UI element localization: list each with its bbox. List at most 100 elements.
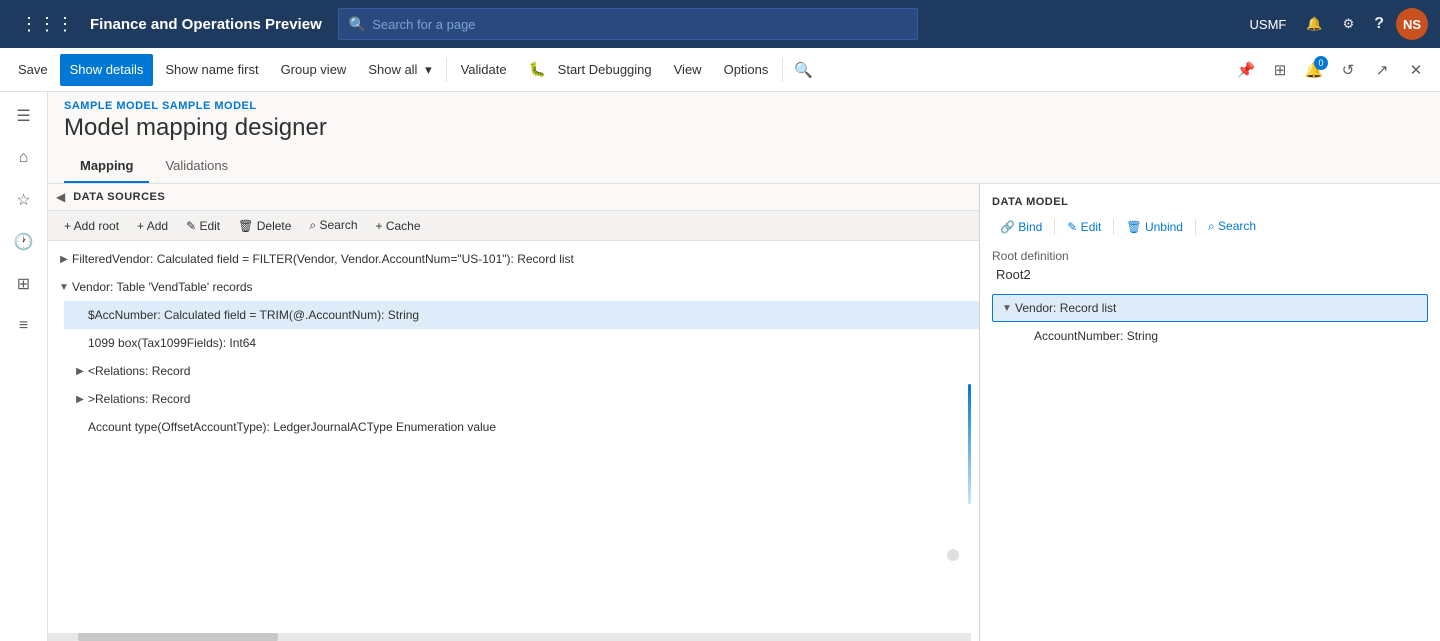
options-button[interactable]: Options bbox=[714, 54, 779, 86]
data-model-panel: DATA MODEL 🔗 Bind ✎ Edit 🗑 Unbind ⌕ Sear… bbox=[980, 184, 1440, 641]
root-definition-label: Root definition bbox=[992, 249, 1428, 263]
sidebar-modules-icon[interactable]: ≡ bbox=[4, 306, 44, 346]
dm-expand-icon-0[interactable]: ▼ bbox=[999, 300, 1015, 316]
content-area: SAMPLE MODEL SAMPLE MODEL Model mapping … bbox=[48, 92, 1440, 641]
unbind-button[interactable]: 🗑 Unbind bbox=[1118, 217, 1191, 237]
ds-row-relations-in[interactable]: ▶ <Relations: Record bbox=[64, 357, 979, 385]
ds-row-text-5: >Relations: Record bbox=[88, 392, 190, 406]
ds-horizontal-scrollbar[interactable] bbox=[48, 633, 971, 641]
global-search-box[interactable]: 🔍 bbox=[338, 8, 918, 40]
refresh-icon[interactable]: ↺ bbox=[1332, 54, 1364, 86]
settings-icon[interactable]: ⚙ bbox=[1335, 12, 1363, 36]
app-title: Finance and Operations Preview bbox=[90, 16, 322, 33]
top-nav-actions: USMF 🔔 ⚙ ? NS bbox=[1242, 8, 1428, 40]
add-button[interactable]: + Add bbox=[129, 216, 176, 236]
show-name-first-button[interactable]: Show name first bbox=[155, 54, 268, 86]
ds-row-1099box[interactable]: 1099 box(Tax1099Fields): Int64 bbox=[64, 329, 979, 357]
sidebar-workspaces-icon[interactable]: ⊞ bbox=[4, 264, 44, 304]
ds-toolbar: + Add root + Add ✎ Edit 🗑 Delete ⌕ Searc… bbox=[48, 211, 979, 241]
mapping-indicator bbox=[968, 384, 971, 504]
view-button[interactable]: View bbox=[664, 54, 712, 86]
dm-tree: ▼ Vendor: Record list AccountNumber: Str… bbox=[992, 294, 1428, 350]
main-toolbar: Save Show details Show name first Group … bbox=[0, 48, 1440, 92]
sidebar-favorites-icon[interactable]: ☆ bbox=[4, 180, 44, 220]
external-link-icon[interactable]: ↗ bbox=[1366, 54, 1398, 86]
validate-button[interactable]: Validate bbox=[451, 54, 517, 86]
expand-icon-2[interactable] bbox=[72, 307, 88, 323]
bind-button[interactable]: 🔗 Bind bbox=[992, 217, 1050, 237]
root-definition-value: Root2 bbox=[992, 267, 1428, 282]
dm-sep-2 bbox=[1113, 219, 1114, 235]
expand-icon-3[interactable] bbox=[72, 335, 88, 351]
close-icon[interactable]: ✕ bbox=[1400, 54, 1432, 86]
user-company: USMF bbox=[1242, 13, 1295, 36]
expand-icon-4[interactable]: ▶ bbox=[72, 363, 88, 379]
show-all-button[interactable]: Show all ▾ bbox=[358, 54, 441, 86]
ds-row-text-4: <Relations: Record bbox=[88, 364, 190, 378]
sidebar-left: ☰ ⌂ ☆ 🕐 ⊞ ≡ bbox=[0, 92, 48, 641]
dm-row-vendor[interactable]: ▼ Vendor: Record list bbox=[992, 294, 1428, 322]
ds-row-text-6: Account type(OffsetAccountType): LedgerJ… bbox=[88, 420, 496, 434]
sidebar-recent-icon[interactable]: 🕐 bbox=[4, 222, 44, 262]
help-icon[interactable]: ? bbox=[1366, 11, 1392, 37]
dm-row-text-0: Vendor: Record list bbox=[1015, 301, 1116, 315]
ds-row-filtered-vendor[interactable]: ▶ FilteredVendor: Calculated field = FIL… bbox=[48, 245, 979, 273]
ds-row-vendor[interactable]: ▼ Vendor: Table 'VendTable' records bbox=[48, 273, 979, 301]
main-layout: ☰ ⌂ ☆ 🕐 ⊞ ≡ SAMPLE MODEL SAMPLE MODEL Mo… bbox=[0, 92, 1440, 641]
data-sources-panel: ◀ DATA SOURCES + Add root + Add ✎ Edit 🗑… bbox=[48, 184, 980, 641]
ds-row-accnumber[interactable]: $AccNumber: Calculated field = TRIM(@.Ac… bbox=[64, 301, 979, 329]
top-navigation: ⋮⋮⋮ Finance and Operations Preview 🔍 USM… bbox=[0, 0, 1440, 48]
ds-row-text-3: 1099 box(Tax1099Fields): Int64 bbox=[88, 336, 256, 350]
start-debugging-button[interactable]: 🐛 Start Debugging bbox=[519, 54, 662, 86]
app-grid-icon[interactable]: ⋮⋮⋮ bbox=[12, 10, 82, 39]
pin-icon[interactable]: 📌 bbox=[1230, 54, 1262, 86]
dm-toolbar: 🔗 Bind ✎ Edit 🗑 Unbind ⌕ Search bbox=[992, 216, 1428, 237]
edit-button[interactable]: ✎ Edit bbox=[178, 216, 228, 236]
dm-row-account-number[interactable]: AccountNumber: String bbox=[1012, 322, 1428, 350]
badge-icon[interactable]: 🔔0 bbox=[1298, 54, 1330, 86]
delete-button[interactable]: 🗑 Delete bbox=[230, 216, 299, 236]
ds-tree: ▶ FilteredVendor: Calculated field = FIL… bbox=[48, 241, 979, 445]
save-button[interactable]: Save bbox=[8, 54, 58, 86]
add-root-button[interactable]: + Add root bbox=[56, 216, 127, 236]
avatar[interactable]: NS bbox=[1396, 8, 1428, 40]
page-title: Model mapping designer bbox=[48, 112, 1440, 150]
dm-sep-3 bbox=[1195, 219, 1196, 235]
ds-row-account-type[interactable]: Account type(OffsetAccountType): LedgerJ… bbox=[64, 413, 979, 441]
show-details-button[interactable]: Show details bbox=[60, 54, 154, 86]
expand-icon-6[interactable] bbox=[72, 419, 88, 435]
sidebar-collapse-icon[interactable]: ☰ bbox=[4, 96, 44, 136]
ds-panel-title: DATA SOURCES bbox=[73, 191, 165, 203]
dm-panel-title: DATA MODEL bbox=[992, 196, 1428, 208]
toolbar-separator-2 bbox=[782, 58, 783, 82]
split-pane: ◀ DATA SOURCES + Add root + Add ✎ Edit 🗑… bbox=[48, 184, 1440, 641]
dm-expand-icon-1[interactable] bbox=[1018, 328, 1034, 344]
toolbar-separator-1 bbox=[446, 58, 447, 82]
tab-mapping[interactable]: Mapping bbox=[64, 150, 149, 183]
dm-search-button[interactable]: ⌕ Search bbox=[1200, 216, 1264, 237]
ds-scrollbar-thumb bbox=[78, 633, 278, 641]
scroll-indicator bbox=[947, 549, 959, 561]
expand-icon-1[interactable]: ▼ bbox=[56, 279, 72, 295]
search-icon: 🔍 bbox=[349, 16, 366, 33]
notifications-icon[interactable]: 🔔 bbox=[1298, 12, 1330, 36]
expand-icon-5[interactable]: ▶ bbox=[72, 391, 88, 407]
search-button[interactable]: ⌕ Search bbox=[301, 215, 365, 236]
ds-panel-header: ◀ DATA SOURCES bbox=[48, 184, 979, 211]
ds-row-relations-out[interactable]: ▶ >Relations: Record bbox=[64, 385, 979, 413]
search-toolbar-icon[interactable]: 🔍 bbox=[787, 54, 819, 86]
dm-row-text-1: AccountNumber: String bbox=[1034, 329, 1158, 343]
dm-sep-1 bbox=[1054, 219, 1055, 235]
tab-validations[interactable]: Validations bbox=[149, 150, 244, 183]
ds-row-text-0: FilteredVendor: Calculated field = FILTE… bbox=[72, 252, 574, 266]
expand-icon-0[interactable]: ▶ bbox=[56, 251, 72, 267]
sidebar-home-icon[interactable]: ⌂ bbox=[4, 138, 44, 178]
dm-edit-button[interactable]: ✎ Edit bbox=[1059, 217, 1109, 237]
search-input[interactable] bbox=[372, 17, 907, 32]
group-view-button[interactable]: Group view bbox=[271, 54, 357, 86]
cache-button[interactable]: + Cache bbox=[368, 216, 429, 236]
ds-collapse-icon[interactable]: ◀ bbox=[56, 190, 65, 204]
fullscreen-icon[interactable]: ⊞ bbox=[1264, 54, 1296, 86]
tabs-bar: Mapping Validations bbox=[48, 150, 1440, 184]
ds-row-text-2: $AccNumber: Calculated field = TRIM(@.Ac… bbox=[88, 308, 419, 322]
